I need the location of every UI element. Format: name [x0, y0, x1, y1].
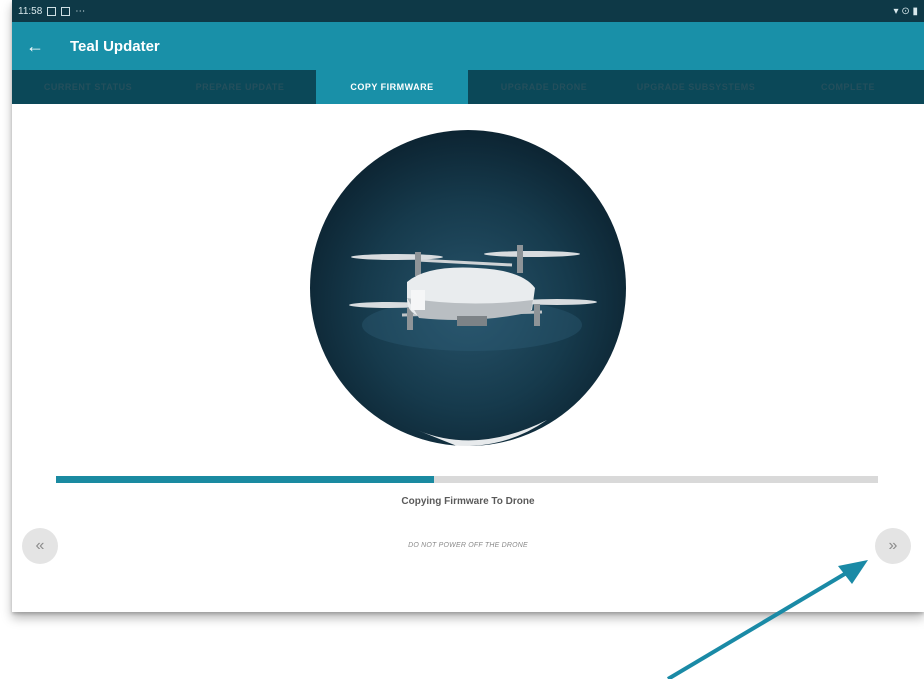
- annotation-arrow: [666, 560, 868, 679]
